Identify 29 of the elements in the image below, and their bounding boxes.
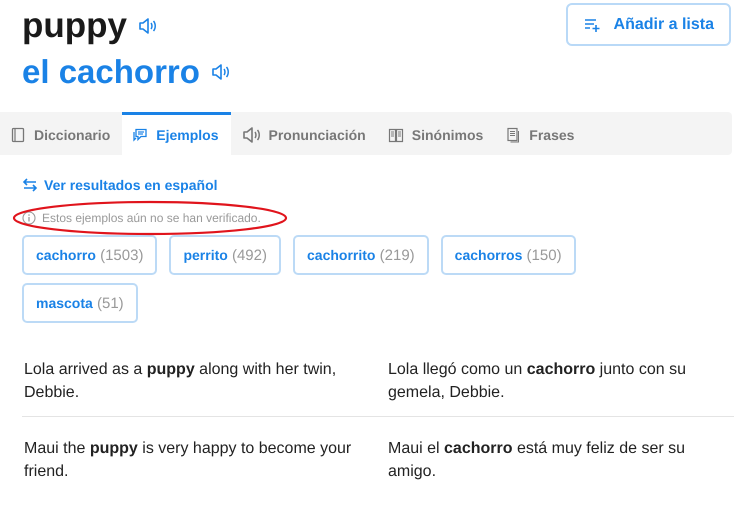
add-list-icon bbox=[584, 18, 602, 32]
example-translation: Maui el cachorro está muy feliz de ser su amigo. bbox=[388, 439, 686, 482]
swap-languages-link[interactable]: Ver resultados en español bbox=[22, 177, 218, 193]
tab[interactable]: Diccionario bbox=[0, 112, 122, 155]
speaker-icon[interactable] bbox=[136, 16, 157, 36]
add-to-list-button[interactable]: Añadir a lista bbox=[566, 3, 731, 46]
tab[interactable]: Ejemplos bbox=[122, 112, 230, 155]
chat-icon bbox=[132, 127, 148, 143]
headword: puppy bbox=[22, 6, 127, 46]
notice-text: Estos ejemplos aún no se han verificado. bbox=[42, 211, 261, 225]
speaker-icon[interactable] bbox=[210, 62, 230, 82]
translation: el cachorro bbox=[22, 53, 200, 91]
swap-arrows-icon bbox=[22, 177, 38, 193]
example-sentence: Maui the puppy is very happy to become your friend. bbox=[24, 439, 352, 482]
filter-chip[interactable]: cachorrito (219) bbox=[293, 235, 429, 275]
example-sentence: Lola arrived as a puppy along with her twin, Debbie. bbox=[24, 360, 338, 403]
filter-chip[interactable]: perrito (492) bbox=[169, 235, 281, 275]
example-translation: Lola llegó como un cachorro junto con su gemela, Debbie. bbox=[388, 360, 687, 403]
speaker-icon bbox=[240, 125, 260, 145]
tab[interactable]: Frases bbox=[495, 112, 586, 155]
filter-chip[interactable]: cachorro (1503) bbox=[22, 235, 158, 275]
document-icon bbox=[505, 127, 522, 143]
open-book-icon bbox=[388, 127, 404, 143]
tab[interactable]: Sinónimos bbox=[378, 112, 496, 155]
filter-chip[interactable]: cachorros (150) bbox=[440, 235, 576, 275]
book-icon bbox=[10, 127, 26, 143]
tab[interactable]: Pronunciación bbox=[230, 112, 378, 155]
info-icon bbox=[22, 211, 36, 225]
filter-chip[interactable]: mascota (51) bbox=[22, 283, 138, 323]
